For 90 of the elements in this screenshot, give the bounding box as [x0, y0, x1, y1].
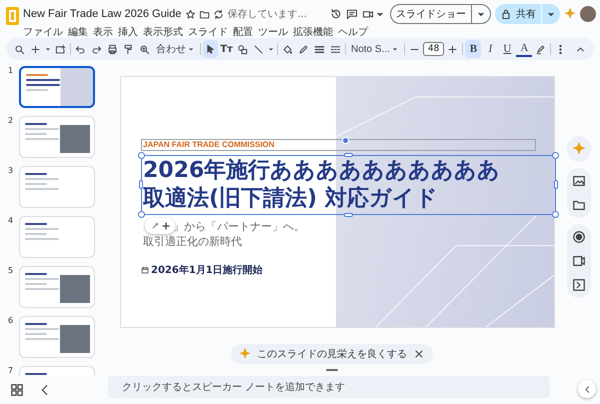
menu-item[interactable]: スライド: [188, 25, 228, 39]
avatar[interactable]: [580, 6, 596, 22]
highlight-icon: [535, 44, 546, 54]
title-text-box[interactable]: 2026年施行ああああああああああ 取適法(旧下請法) 対応ガイド: [141, 155, 556, 215]
menu-item[interactable]: 表示: [93, 25, 113, 39]
calendar-icon: [141, 266, 149, 274]
menu-item[interactable]: 拡張機能: [293, 25, 333, 39]
slide-number: 6: [8, 316, 14, 325]
resize-handle[interactable]: [138, 211, 145, 218]
document-title[interactable]: New Fair Trade Law 2026 Guide: [23, 8, 182, 20]
menu-item[interactable]: 挿入: [118, 25, 138, 39]
text-box-tool[interactable]: Tт: [219, 40, 234, 58]
slide-number: 2: [8, 116, 14, 125]
add-icon: [30, 44, 41, 54]
shape-icon: [237, 44, 248, 54]
move-icon[interactable]: [162, 222, 170, 230]
border-weight-icon: [314, 44, 325, 54]
sidebar-icon[interactable]: [572, 278, 586, 292]
folder-icon[interactable]: [572, 198, 586, 212]
title-text: 2026年施行ああああああああああ: [143, 157, 502, 185]
resize-handle[interactable]: [554, 180, 558, 189]
resize-handle[interactable]: [326, 369, 338, 371]
slide-thumbnail[interactable]: [19, 66, 95, 108]
camera-icon[interactable]: [572, 254, 586, 268]
speaker-notes-field[interactable]: クリックするとスピーカー ノートを追加できます: [108, 376, 550, 398]
save-status: 保存しています...: [227, 8, 307, 21]
resize-handle[interactable]: [139, 180, 143, 189]
italic-button[interactable]: I: [482, 40, 498, 58]
slide-number: 3: [8, 166, 14, 175]
collapse-icon: [582, 384, 592, 394]
text-color-button[interactable]: A: [516, 41, 532, 57]
menu-item[interactable]: 編集: [68, 25, 88, 39]
line-icon: [253, 44, 264, 54]
menu-item[interactable]: 配置: [233, 25, 253, 39]
resize-handle[interactable]: [344, 213, 352, 217]
zoom-dropdown[interactable]: 合わせ: [153, 42, 198, 56]
star-icon[interactable]: [185, 8, 196, 20]
increase-size-icon: [447, 44, 458, 54]
sync-icon: [213, 8, 224, 20]
redo-icon: [91, 44, 102, 54]
menu-item[interactable]: 表示形式: [143, 25, 183, 39]
resize-handle[interactable]: [552, 152, 559, 159]
photo-placeholder: [60, 125, 90, 153]
search-icon: [14, 44, 25, 54]
resize-handle[interactable]: [344, 153, 352, 157]
font-dropdown[interactable]: Noto S...: [348, 44, 402, 54]
border-dash-icon: [330, 44, 341, 54]
select-tool[interactable]: [203, 40, 218, 58]
menu-item[interactable]: ヘルプ: [338, 25, 368, 39]
slide-number: 7: [8, 366, 14, 375]
print-icon: [107, 44, 118, 54]
undo-icon: [75, 44, 86, 54]
select-icon: [205, 44, 216, 54]
font-size-field[interactable]: 48: [422, 42, 444, 56]
slide-number: 4: [8, 216, 14, 225]
menu-item[interactable]: ファイル: [23, 25, 63, 39]
suggestion-text[interactable]: このスライドの見栄えを良くする: [257, 347, 407, 361]
grid-view-icon[interactable]: [10, 383, 24, 397]
subtitle-text: 」から「パートナー」へ。: [173, 219, 305, 234]
close-icon: [413, 348, 425, 360]
history-icon[interactable]: [330, 8, 342, 20]
record-icon[interactable]: [572, 230, 586, 244]
fill-color-icon: [282, 44, 293, 54]
date-text: 2026年1月1日施行開始: [151, 264, 263, 277]
title-text: 取適法(旧下請法) 対応ガイド: [143, 185, 439, 213]
sparkle-icon: [239, 348, 251, 360]
underline-button[interactable]: U: [499, 40, 516, 58]
resize-handle[interactable]: [552, 211, 559, 218]
zoom-icon: [139, 44, 150, 54]
subtitle-text: 取引適正化の新時代: [143, 234, 242, 249]
folder-icon[interactable]: [199, 8, 210, 20]
slide-number: 5: [8, 266, 14, 275]
photo-placeholder: [60, 325, 90, 353]
new-slide-icon: [55, 44, 66, 54]
comment-icon[interactable]: [346, 8, 358, 20]
close-button[interactable]: [413, 348, 425, 360]
slide-number: 1: [8, 66, 14, 75]
menu-item[interactable]: ツール: [258, 25, 288, 39]
bold-button[interactable]: B: [465, 40, 482, 58]
camera-icon: [362, 8, 374, 20]
photo-placeholder: [60, 275, 90, 303]
side-panel-toggle[interactable]: [578, 380, 596, 398]
subheading-text: JAPAN FAIR TRADE COMMISSION: [141, 139, 536, 151]
border-color-icon: [298, 44, 309, 54]
image-icon[interactable]: [572, 174, 586, 188]
wrench-icon[interactable]: [150, 222, 158, 230]
resize-handle[interactable]: [138, 152, 145, 159]
meeting-button[interactable]: [362, 8, 386, 20]
lock-icon: [500, 8, 512, 20]
paint-format-icon: [123, 44, 134, 54]
